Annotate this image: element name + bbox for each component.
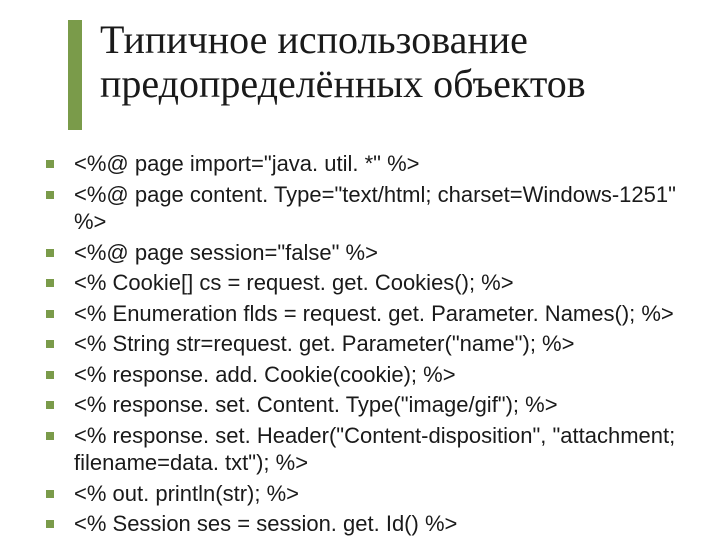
list-item-text: <% response. add. Cookie(cookie); %> [74, 362, 456, 387]
bullet-icon [46, 340, 54, 348]
slide-body: <%@ page import="java. util. *" %> <%@ p… [34, 150, 694, 540]
list-item-text: <% response. set. Content. Type("image/g… [74, 392, 558, 417]
list-item: <% response. add. Cookie(cookie); %> [34, 361, 694, 389]
bullet-icon [46, 249, 54, 257]
list-item-text: <% String str=request. get. Parameter("n… [74, 331, 574, 356]
bullet-icon [46, 520, 54, 528]
list-item: <% Enumeration flds = request. get. Para… [34, 300, 694, 328]
list-item: <% String str=request. get. Parameter("n… [34, 330, 694, 358]
list-item: <%@ page session="false" %> [34, 239, 694, 267]
bullet-icon [46, 401, 54, 409]
list-item-text: <% Session ses = session. get. Id() %> [74, 511, 457, 536]
list-item: <% Cookie[] cs = request. get. Cookies()… [34, 269, 694, 297]
list-item-text: <%@ page content. Type="text/html; chars… [74, 182, 676, 235]
list-item-text: <% out. println(str); %> [74, 481, 299, 506]
list-item-text: <% Cookie[] cs = request. get. Cookies()… [74, 270, 514, 295]
bullet-icon [46, 191, 54, 199]
list-item-text: <% Enumeration flds = request. get. Para… [74, 301, 674, 326]
bullet-icon [46, 160, 54, 168]
bullet-icon [46, 310, 54, 318]
slide-title: Типичное использование предопределённых … [100, 18, 700, 106]
list-item: <%@ page import="java. util. *" %> [34, 150, 694, 178]
bullet-icon [46, 371, 54, 379]
list-item-text: <% response. set. Header("Content-dispos… [74, 423, 675, 476]
bullet-icon [46, 432, 54, 440]
list-item: <% Session ses = session. get. Id() %> [34, 510, 694, 538]
bullet-icon [46, 279, 54, 287]
list-item: <% response. set. Header("Content-dispos… [34, 422, 694, 477]
list-item-text: <%@ page import="java. util. *" %> [74, 151, 420, 176]
title-accent-bar [68, 20, 82, 130]
list-item: <%@ page content. Type="text/html; chars… [34, 181, 694, 236]
bullet-list: <%@ page import="java. util. *" %> <%@ p… [34, 150, 694, 540]
list-item-text: <%@ page session="false" %> [74, 240, 378, 265]
list-item: <% response. set. Content. Type("image/g… [34, 391, 694, 419]
list-item: <% out. println(str); %> [34, 480, 694, 508]
bullet-icon [46, 490, 54, 498]
slide: Типичное использование предопределённых … [0, 0, 720, 540]
